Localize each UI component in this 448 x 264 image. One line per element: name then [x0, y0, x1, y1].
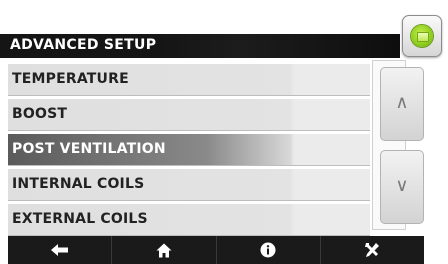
- menu-item-label: EXTERNAL COILS: [12, 211, 148, 227]
- tools-icon: [365, 243, 380, 257]
- info-button[interactable]: [217, 236, 321, 264]
- menu-item-label: TEMPERATURE: [12, 71, 129, 87]
- info-icon: [260, 242, 276, 258]
- home-icon: [156, 243, 172, 257]
- back-button[interactable]: [8, 236, 113, 264]
- menu-item-internal-coils[interactable]: INTERNAL COILS: [8, 169, 370, 201]
- home-button[interactable]: [112, 236, 217, 264]
- menu-item-label: BOOST: [12, 106, 68, 122]
- device-status-icon: [411, 25, 433, 47]
- bottom-navbar: [8, 236, 424, 264]
- chevron-up-icon: ∧: [395, 92, 409, 113]
- menu-item-post-ventilation[interactable]: POST VENTILATION: [8, 134, 370, 166]
- menu-item-label: INTERNAL COILS: [12, 176, 145, 192]
- status-button[interactable]: [402, 15, 442, 57]
- back-arrow-icon: [50, 244, 68, 256]
- tools-button[interactable]: [321, 236, 424, 264]
- menu-item-external-coils[interactable]: EXTERNAL COILS: [8, 204, 370, 236]
- chevron-down-icon: ∨: [395, 175, 409, 196]
- title-bar: ADVANCED SETUP: [0, 34, 400, 58]
- scroll-up-button[interactable]: ∧: [380, 67, 424, 141]
- scroll-down-button[interactable]: ∨: [380, 150, 424, 224]
- menu-item-temperature[interactable]: TEMPERATURE: [8, 64, 370, 96]
- settings-menu: TEMPERATURE BOOST POST VENTILATION INTER…: [8, 64, 370, 239]
- page-title: ADVANCED SETUP: [10, 37, 157, 53]
- menu-item-boost[interactable]: BOOST: [8, 99, 370, 131]
- menu-item-label: POST VENTILATION: [12, 141, 166, 157]
